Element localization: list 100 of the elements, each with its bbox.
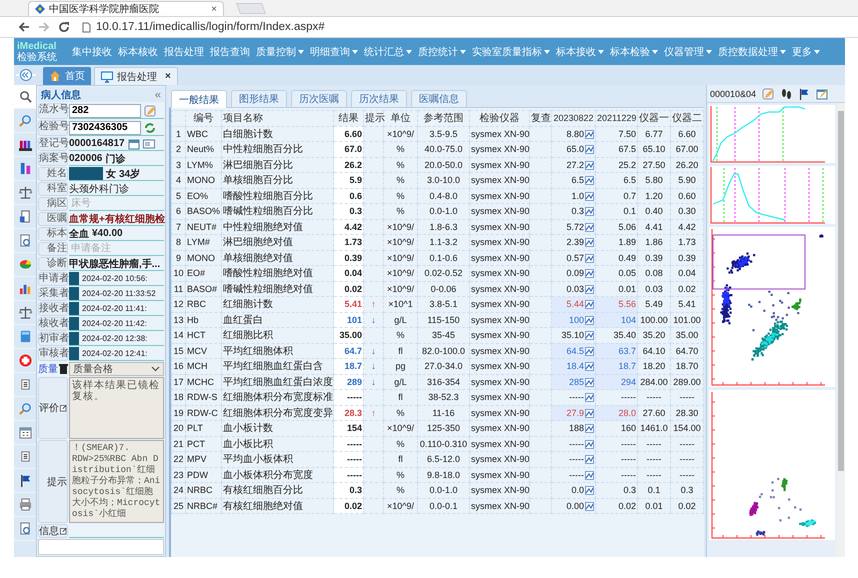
address-field[interactable]: 10.0.17.11/imedicallis/login/form/Index.aspx#: [78, 19, 852, 35]
column-header[interactable]: 仪器一: [638, 110, 670, 126]
bar-chart-icon[interactable]: [18, 282, 32, 295]
column-header[interactable]: 检验仪器: [470, 110, 530, 126]
reload-icon[interactable]: [58, 21, 70, 33]
input-field[interactable]: 申请备注: [69, 242, 157, 256]
table-cell: 平均红细胞血红蛋白浓度: [222, 374, 334, 390]
table-cell: %: [384, 436, 418, 452]
result-tab[interactable]: 一般结果: [171, 90, 227, 108]
trend-chart-icon[interactable]: [585, 130, 594, 139]
edit-button[interactable]: 评价: [38, 377, 68, 439]
document-icon[interactable]: [18, 210, 32, 223]
list-icon[interactable]: [18, 378, 32, 391]
trend-chart-icon[interactable]: [585, 470, 594, 480]
input-field[interactable]: 床号: [69, 196, 157, 210]
trend-chart-icon[interactable]: [585, 145, 594, 154]
card-icon[interactable]: [142, 138, 155, 150]
edit-button[interactable]: 信息: [38, 524, 68, 538]
trend-chart-icon[interactable]: [585, 346, 594, 356]
table-cell: ×10^9/: [384, 281, 418, 296]
trend-chart-icon[interactable]: [585, 160, 594, 170]
browser-tab[interactable]: 中国医学科学院肿瘤医院 ×: [28, 1, 224, 16]
back-icon[interactable]: [18, 21, 30, 33]
table-cell: 1.73: [334, 234, 364, 250]
balance-scale-icon[interactable]: [18, 306, 32, 319]
trend-chart-icon[interactable]: [585, 254, 594, 263]
collapse-icon[interactable]: [16, 69, 36, 81]
result-tab[interactable]: 历次医嘱: [291, 90, 347, 107]
table-cell: sysmex XN-90: [470, 358, 530, 374]
trend-chart-icon[interactable]: [585, 440, 594, 449]
trend-chart-icon[interactable]: [585, 502, 594, 511]
book-icon[interactable]: [18, 330, 32, 343]
table-cell: 115-150: [418, 312, 470, 328]
flag-icon[interactable]: [798, 88, 810, 100]
result-tab[interactable]: 医嘱信息: [411, 90, 467, 107]
column-header[interactable]: 复查: [530, 110, 552, 126]
trend-chart-icon[interactable]: [585, 316, 594, 325]
input-field[interactable]: 7302436305: [69, 120, 141, 134]
footprints-icon[interactable]: [780, 88, 792, 100]
column-header[interactable]: 20211229: [596, 110, 638, 126]
trend-chart-icon[interactable]: [585, 424, 594, 434]
magnifier-icon[interactable]: [18, 114, 32, 127]
column-header[interactable]: 单位: [384, 110, 418, 126]
input-field[interactable]: 282: [69, 104, 141, 118]
table-cell: 35.40: [613, 330, 636, 340]
printer-icon[interactable]: [18, 498, 32, 511]
table-cell: 0.3: [334, 204, 364, 219]
balance-scale-icon[interactable]: [18, 186, 32, 199]
quality-link[interactable]: 质量: [38, 362, 68, 376]
table-cell: 嗜酸性粒细胞绝对值: [222, 266, 334, 281]
trend-chart-icon[interactable]: [585, 269, 594, 278]
page-tab[interactable]: 首页: [43, 67, 91, 85]
refresh-icon[interactable]: [144, 122, 156, 134]
trend-chart-icon[interactable]: [585, 362, 594, 372]
calendar-icon[interactable]: [18, 426, 32, 439]
trend-chart-icon[interactable]: [585, 192, 594, 201]
column-header[interactable]: 提示: [364, 110, 384, 126]
trend-chart-icon[interactable]: [585, 455, 594, 464]
scrollbar[interactable]: [837, 103, 845, 557]
close-button[interactable]: ×: [165, 71, 171, 82]
trend-chart-icon[interactable]: [585, 284, 594, 294]
dropdown[interactable]: 质量合格: [69, 362, 164, 376]
trend-chart-icon[interactable]: [585, 300, 594, 310]
column-header[interactable]: 参考范围: [418, 110, 470, 126]
column-header[interactable]: 编号: [186, 110, 222, 126]
trend-chart-icon[interactable]: [585, 207, 594, 216]
list-icon[interactable]: [18, 450, 32, 463]
chevron-icon: [151, 366, 160, 372]
table-cell: 单核细胞绝对值: [222, 250, 334, 266]
trend-chart-icon[interactable]: [585, 486, 594, 496]
scrollbar-thumb[interactable]: [838, 111, 844, 471]
column-header[interactable]: 20230822: [552, 110, 596, 126]
text-area[interactable]: 该样本结果已镜检复核。: [69, 377, 164, 439]
trend-chart-icon[interactable]: [585, 331, 594, 340]
result-tab[interactable]: 历次结果: [351, 90, 407, 107]
page-tab[interactable]: 报告处理 ×: [94, 67, 178, 85]
close-button[interactable]: ×: [211, 4, 217, 14]
trend-chart-icon[interactable]: [585, 408, 594, 418]
search-icon[interactable]: [18, 90, 32, 103]
magnifier-icon[interactable]: [18, 402, 32, 415]
flag-icon[interactable]: [18, 474, 32, 487]
column-header[interactable]: 仪器二: [670, 110, 704, 126]
notepad-icon[interactable]: [816, 88, 828, 100]
trend-chart-icon[interactable]: [585, 176, 594, 186]
result-tab[interactable]: 图形结果: [231, 90, 287, 107]
collapse-button[interactable]: «: [154, 88, 161, 100]
document-search-icon[interactable]: [18, 234, 32, 247]
table-cell: 0.02: [334, 498, 364, 514]
column-header[interactable]: 项目名称: [222, 110, 334, 126]
trend-chart-icon[interactable]: [585, 378, 594, 387]
trend-chart-icon[interactable]: [585, 238, 594, 248]
cross-icon[interactable]: [18, 354, 32, 367]
row-number: 8: [172, 234, 186, 250]
trend-chart-icon[interactable]: [585, 222, 594, 232]
text-area[interactable]: ！(SMEAR)7. RDW>25%RBC Abn Distribution`红细胞粒子分布异常；Anisocytosis`红细胞大小不均；Microcytosis`小红细: [69, 440, 164, 523]
pie-chart-icon[interactable]: [18, 258, 32, 271]
document-search-icon[interactable]: [18, 522, 32, 535]
trend-chart-icon[interactable]: [585, 393, 594, 402]
test-tube-icon[interactable]: [18, 138, 32, 151]
calendar-icon[interactable]: [128, 138, 140, 150]
